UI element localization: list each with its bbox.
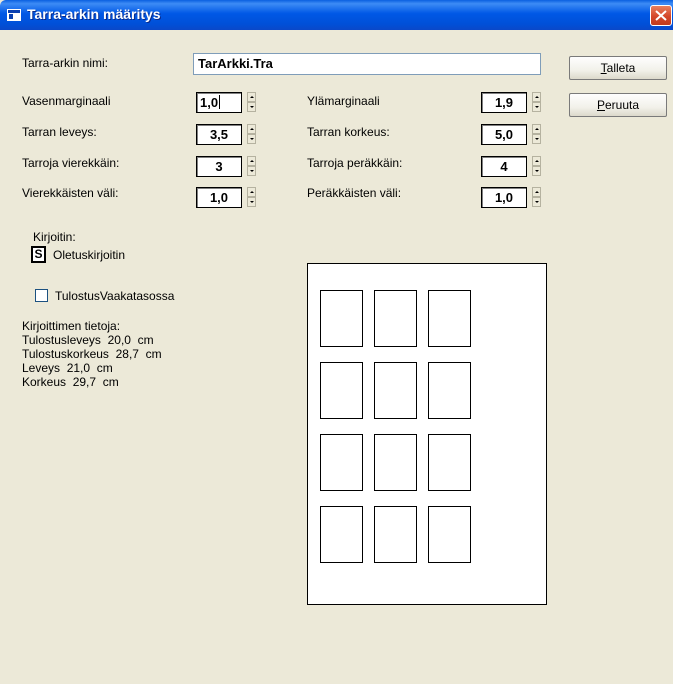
- label-cell: [374, 362, 417, 419]
- spin-up-icon[interactable]: [532, 92, 541, 102]
- printer-info-row: Tulostusleveys 20,0 cm: [22, 333, 162, 347]
- close-icon: [655, 10, 667, 21]
- info-value: 29,7: [72, 375, 97, 389]
- spin-down-icon[interactable]: [532, 134, 541, 144]
- landscape-label[interactable]: TulostusVaakatasossa: [55, 289, 174, 303]
- printer-info-row: Leveys 21,0 cm: [22, 361, 162, 375]
- spin-up-icon[interactable]: [532, 156, 541, 166]
- cancel-button[interactable]: Peruuta: [569, 93, 667, 117]
- label-cell: [428, 506, 471, 563]
- info-label: Tulostuskorkeus: [22, 347, 109, 361]
- label-cell: [374, 290, 417, 347]
- label-cell: [374, 434, 417, 491]
- landscape-checkbox[interactable]: [35, 289, 48, 302]
- left-margin-value: 1,0: [200, 95, 219, 110]
- app-window-icon: [7, 9, 21, 21]
- label-cell: [374, 506, 417, 563]
- spin-down-icon[interactable]: [532, 166, 541, 176]
- spin-up-icon[interactable]: [247, 156, 256, 166]
- text-caret: [219, 95, 221, 109]
- label-height-spinner[interactable]: [532, 124, 541, 144]
- label-cell: [428, 290, 471, 347]
- labels-across-spinner[interactable]: [247, 156, 256, 176]
- label-cell: [320, 434, 363, 491]
- horizontal-gap-input[interactable]: 1,0: [196, 187, 242, 208]
- horizontal-gap-label: Vierekkäisten väli:: [22, 186, 119, 200]
- spin-up-icon[interactable]: [247, 92, 256, 102]
- info-label: Leveys: [22, 361, 61, 375]
- horizontal-gap-spinner[interactable]: [247, 187, 256, 207]
- vertical-gap-spinner[interactable]: [532, 187, 541, 207]
- printer-info: Kirjoittimen tietoja: Tulostusleveys 20,…: [22, 319, 162, 389]
- info-value: 20,0: [107, 333, 131, 347]
- label-cell: [320, 362, 363, 419]
- top-margin-label: Ylämarginaali: [307, 94, 380, 108]
- spin-up-icon[interactable]: [247, 187, 256, 197]
- spin-down-icon[interactable]: [247, 166, 256, 176]
- label-cell: [428, 362, 471, 419]
- label-width-label: Tarran leveys:: [22, 125, 97, 139]
- label-cell: [320, 290, 363, 347]
- printer-name: Oletuskirjoitin: [53, 248, 126, 262]
- vertical-gap-input[interactable]: 1,0: [481, 187, 527, 208]
- info-unit: cm: [137, 333, 154, 347]
- left-margin-label: Vasenmarginaali: [22, 94, 111, 108]
- spin-down-icon[interactable]: [247, 197, 256, 207]
- spin-down-icon[interactable]: [532, 102, 541, 112]
- printer-label: Kirjoitin:: [33, 230, 76, 244]
- save-button[interactable]: Talleta: [569, 56, 667, 80]
- sheet-name-label: Tarra-arkin nimi:: [22, 56, 109, 70]
- title-bar: Tarra-arkin määritys: [0, 0, 673, 30]
- info-label: Korkeus: [22, 375, 67, 389]
- cancel-button-label: eruuta: [604, 98, 640, 112]
- info-value: 21,0: [66, 361, 91, 375]
- left-margin-input[interactable]: 1,0: [196, 92, 242, 113]
- left-margin-spinner[interactable]: [247, 92, 256, 112]
- labels-down-spinner[interactable]: [532, 156, 541, 176]
- labels-across-label: Tarroja vierekkäin:: [22, 156, 120, 170]
- info-unit: cm: [145, 347, 162, 361]
- label-cell: [428, 434, 471, 491]
- spin-down-icon[interactable]: [247, 102, 256, 112]
- vertical-gap-label: Peräkkäisten väli:: [307, 186, 402, 200]
- top-margin-spinner[interactable]: [532, 92, 541, 112]
- info-unit: cm: [102, 375, 119, 389]
- printer-info-row: Korkeus 29,7 cm: [22, 375, 162, 389]
- spin-down-icon[interactable]: [247, 134, 256, 144]
- spin-up-icon[interactable]: [532, 187, 541, 197]
- label-width-spinner[interactable]: [247, 124, 256, 144]
- spin-down-icon[interactable]: [532, 197, 541, 207]
- labels-down-input[interactable]: 4: [481, 156, 527, 177]
- close-button[interactable]: [650, 5, 672, 26]
- printer-info-heading: Kirjoittimen tietoja:: [22, 319, 121, 333]
- printer-badge: S: [31, 246, 46, 263]
- spin-up-icon[interactable]: [247, 124, 256, 134]
- top-margin-input[interactable]: 1,9: [481, 92, 527, 113]
- labels-down-label: Tarroja peräkkäin:: [307, 156, 403, 170]
- info-unit: cm: [96, 361, 113, 375]
- spin-up-icon[interactable]: [532, 124, 541, 134]
- info-value: 28,7: [115, 347, 139, 361]
- printer-info-row: Tulostuskorkeus 28,7 cm: [22, 347, 162, 361]
- labels-across-input[interactable]: 3: [196, 156, 242, 177]
- label-width-input[interactable]: 3,5: [196, 124, 242, 145]
- window-title: Tarra-arkin määritys: [27, 6, 161, 22]
- label-cell: [320, 506, 363, 563]
- label-height-input[interactable]: 5,0: [481, 124, 527, 145]
- save-button-label: alleta: [606, 61, 636, 75]
- label-height-label: Tarran korkeus:: [307, 125, 390, 139]
- info-label: Tulostusleveys: [22, 333, 101, 347]
- sheet-preview: [307, 263, 547, 605]
- cancel-button-mnemonic: P: [596, 98, 605, 112]
- sheet-name-input[interactable]: TarArkki.Tra: [193, 53, 541, 75]
